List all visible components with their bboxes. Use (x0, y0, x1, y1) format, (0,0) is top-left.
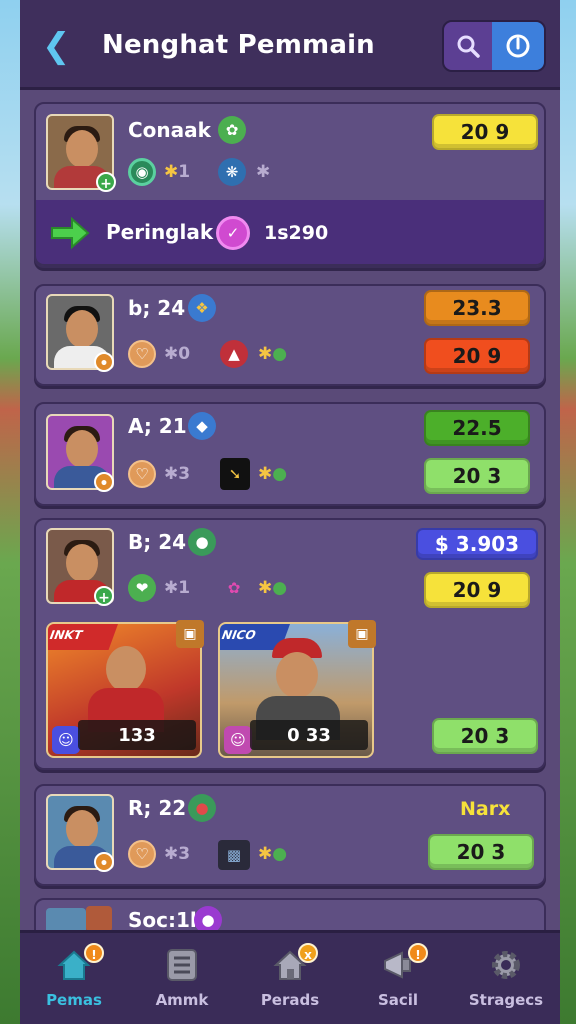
search-icon (457, 35, 480, 58)
asterisk-icon: ✱ (256, 162, 271, 182)
character-icon: ☺ (52, 726, 80, 754)
score-pill[interactable]: 23.3 (424, 290, 530, 326)
stat-value: ✱1 (164, 578, 191, 598)
player-name: R; 22 (128, 796, 187, 820)
notification-badge: ! (408, 943, 428, 963)
score-pill[interactable]: 22.5 (424, 410, 530, 446)
nav-label: Stragecs (468, 991, 544, 1009)
add-icon[interactable]: + (96, 172, 116, 192)
book-icon[interactable]: ▣ (348, 620, 376, 648)
notification-badge: ! (84, 943, 104, 963)
info-icon[interactable]: • (94, 352, 114, 372)
player-card[interactable]: • b; 24 ❖ ♡ ✱0 ▲ ✱● 23.3 20 9 (34, 284, 546, 386)
page-title: Nenghat Pemmain (102, 30, 375, 60)
arrow-right-icon (51, 216, 90, 250)
heart-icon: ♡ (128, 460, 156, 488)
globe-icon: ◉ (128, 158, 156, 186)
background-scenery-left (0, 0, 22, 1024)
palette-icon: ❖ (188, 294, 216, 322)
nav-item-home[interactable]: ! Pemas (20, 933, 128, 1024)
stat-value: ✱3 (164, 844, 191, 864)
star-count: ✱● (258, 344, 288, 364)
power-button[interactable] (492, 22, 544, 70)
info-icon[interactable]: • (94, 852, 114, 872)
character-image (276, 652, 318, 698)
add-icon[interactable]: + (94, 586, 114, 606)
player-name: Soc:1l (128, 908, 197, 932)
swirl-icon: ❋ (218, 158, 246, 186)
check-icon: ✓ (216, 216, 250, 250)
thumbnail-score: 0 33 (250, 720, 368, 750)
stat-value: ✱3 (164, 464, 191, 484)
status-label: Narx (460, 798, 511, 820)
background-scenery-right (558, 0, 576, 1024)
back-arrow-icon[interactable]: ❮ (42, 28, 74, 64)
sword-icon: ➘ (220, 458, 250, 490)
character-icon: ☺ (224, 726, 252, 754)
score-pill[interactable]: 20 3 (424, 458, 530, 494)
nav-item-social[interactable]: ! Sacil (344, 933, 452, 1024)
player-name: B; 24 (128, 530, 187, 554)
player-name: b; 24 (128, 296, 186, 320)
rank-value: 1s290 (264, 222, 329, 244)
list-icon (167, 949, 197, 981)
chest-icon (86, 906, 112, 932)
heart-icon: ♡ (128, 340, 156, 368)
gear-icon (492, 951, 520, 979)
player-name: A; 21 (128, 414, 187, 438)
score-pill[interactable]: 20 9 (424, 338, 530, 374)
thumbnail-badge: INKT (48, 624, 118, 650)
player-card[interactable]: + B; 24 ● ❤ ✱1 ✿ ✱● $ 3.903 20 9 INKT ☺ … (34, 518, 546, 770)
bubbles-icon: ✿ (227, 579, 241, 597)
thumbnail-score: 133 (78, 720, 196, 750)
nav-item-house[interactable]: x Perads (236, 933, 344, 1024)
power-icon (506, 34, 530, 58)
score-pill[interactable]: 20 3 (432, 718, 538, 754)
nav-item-list[interactable]: Ammk (128, 933, 236, 1024)
top-bar: ❮ Nenghat Pemmain (20, 0, 560, 90)
book-icon[interactable]: ▣ (176, 620, 204, 648)
score-pill[interactable]: 20 9 (424, 572, 530, 608)
road-icon: ▩ (218, 840, 250, 870)
rank-label: Peringlak (106, 220, 214, 244)
star-count: ✱● (258, 578, 288, 598)
player-card[interactable]: • A; 21 ◆ ♡ ✱3 ➘ ✱● 22.5 20 3 (34, 402, 546, 506)
heart-icon: ♡ (128, 840, 156, 868)
leaf-icon: ✿ (218, 116, 246, 144)
stat-value: ✱1 (164, 162, 191, 182)
search-button[interactable] (444, 22, 493, 70)
mushroom-icon: ● (188, 794, 216, 822)
player-name: Conaak (128, 118, 211, 142)
info-icon[interactable]: • (94, 472, 114, 492)
game-screen: ❮ Nenghat Pemmain + Conaak ✿ ◉ ✱1 ❋ ✱ 20… (20, 0, 560, 1024)
character-image (106, 646, 146, 692)
notification-badge: x (298, 943, 318, 963)
star-count: ✱● (258, 464, 288, 484)
currency-pill[interactable]: $ 3.903 (416, 528, 538, 560)
nav-item-settings[interactable]: Stragecs (452, 933, 560, 1024)
apple-icon: ❤ (128, 574, 156, 602)
monster-icon: ▲ (220, 340, 248, 368)
top-actions (442, 20, 546, 72)
score-pill[interactable]: 20 3 (428, 834, 534, 870)
nav-label: Sacil (377, 991, 419, 1009)
score-pill[interactable]: 20 9 (432, 114, 538, 150)
star-count: ✱● (258, 844, 288, 864)
frog-icon: ● (188, 528, 216, 556)
bottom-nav: ! Pemas Ammk x Perads ! Sacil Stragecs (20, 930, 560, 1024)
nav-label: Perads (260, 991, 320, 1009)
player-card[interactable]: • R; 22 ● ♡ ✱3 ▩ ✱● Narx 20 3 (34, 784, 546, 886)
nav-label: Pemas (46, 991, 102, 1009)
nav-label: Ammk (155, 991, 209, 1009)
rank-row[interactable]: Peringlak ✓ 1s290 (34, 200, 546, 266)
stat-value: ✱0 (164, 344, 191, 364)
bird-icon: ◆ (188, 412, 216, 440)
